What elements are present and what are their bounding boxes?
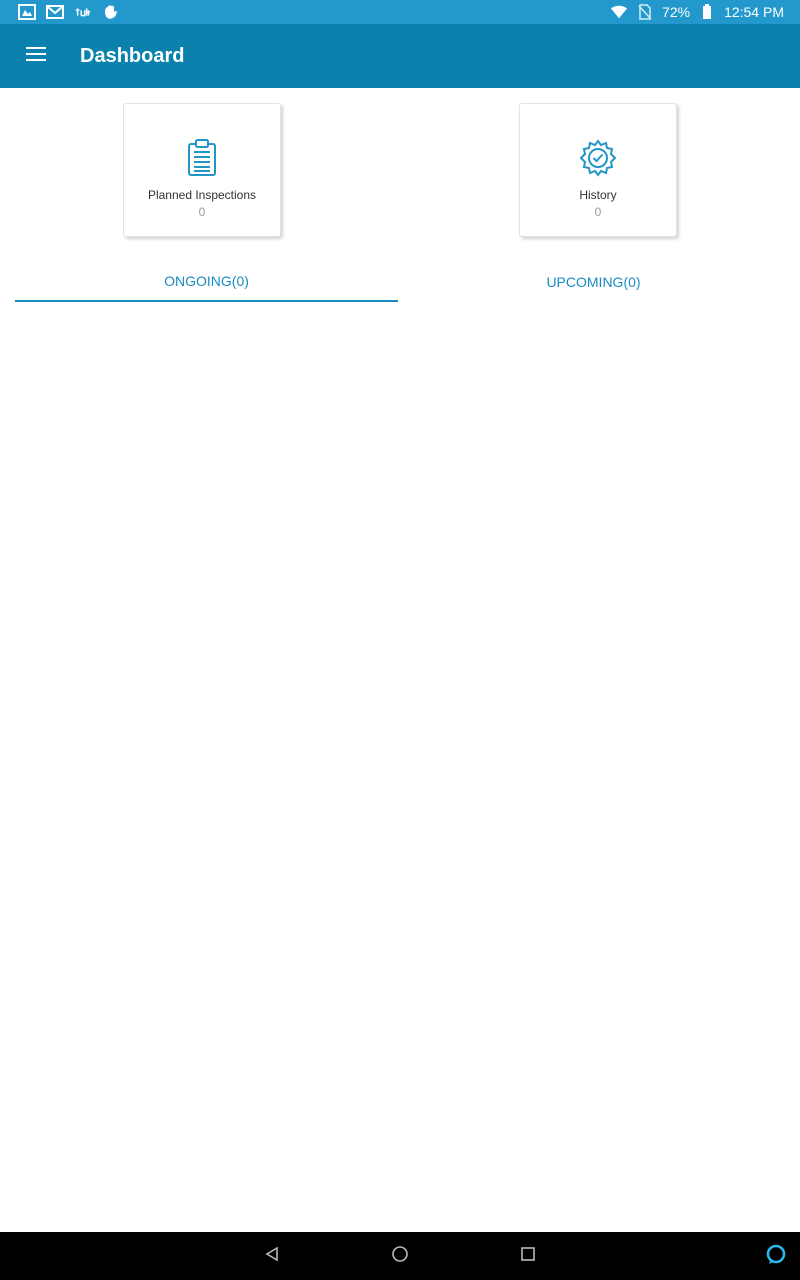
back-button[interactable] — [260, 1244, 284, 1268]
battery-percent: 72% — [662, 4, 691, 20]
clipboard-icon — [182, 138, 222, 178]
no-sim-icon — [636, 4, 654, 20]
card-label: History — [579, 188, 617, 202]
page-title: Dashboard — [80, 44, 185, 67]
card-count: 0 — [198, 205, 206, 219]
notification-icons — [0, 4, 120, 20]
alexa-button[interactable] — [764, 1244, 788, 1268]
history-card[interactable]: History 0 — [519, 103, 677, 237]
tab-ongoing[interactable]: ONGOING(0) — [15, 262, 398, 302]
battery-icon — [698, 4, 716, 20]
system-navigation-bar — [0, 1232, 800, 1280]
planned-inspections-card[interactable]: Planned Inspections 0 — [123, 103, 281, 237]
gmail-icon — [46, 4, 64, 20]
tumblr-icon — [74, 4, 92, 20]
clock: 12:54 PM — [724, 4, 784, 20]
app-bar: Dashboard — [0, 24, 800, 88]
wifi-icon — [610, 4, 628, 20]
gear-check-icon — [578, 138, 618, 178]
tab-upcoming[interactable]: UPCOMING(0) — [402, 262, 785, 302]
recents-icon — [520, 1246, 536, 1267]
back-icon — [264, 1246, 280, 1267]
recents-button[interactable] — [516, 1244, 540, 1268]
status-bar: 72% 12:54 PM — [0, 0, 800, 24]
card-label: Planned Inspections — [147, 188, 257, 202]
menu-button[interactable] — [0, 24, 72, 88]
hand-icon — [102, 4, 120, 20]
card-count: 0 — [594, 205, 602, 219]
home-button[interactable] — [388, 1244, 412, 1268]
gallery-icon — [18, 4, 36, 20]
alexa-icon — [765, 1243, 787, 1270]
hamburger-menu-icon — [26, 46, 46, 66]
system-status: 72% 12:54 PM — [610, 4, 800, 20]
home-icon — [391, 1245, 409, 1268]
